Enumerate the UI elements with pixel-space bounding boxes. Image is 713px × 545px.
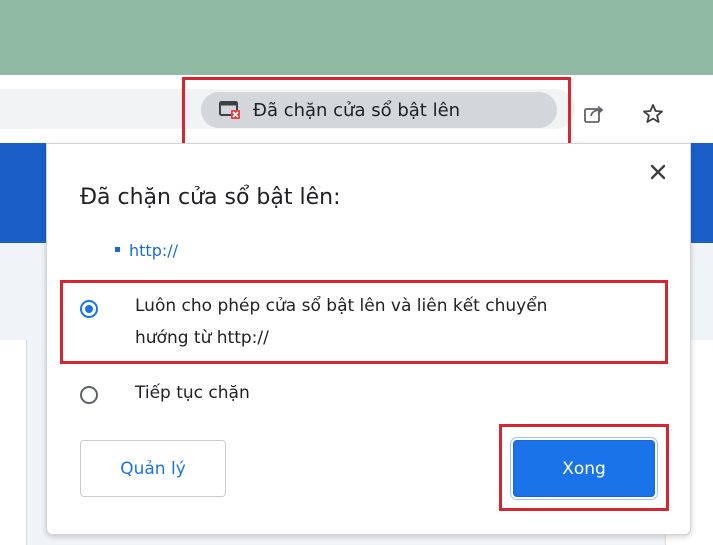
share-icon[interactable]	[582, 102, 606, 126]
option-always-allow-line2: hướng từ http://	[135, 328, 269, 348]
popup-blocked-chip-label: Đã chặn cửa sổ bật lên	[253, 99, 461, 121]
radio-always-allow[interactable]	[80, 300, 98, 318]
bookmark-star-icon[interactable]	[641, 102, 665, 126]
blocked-url-link[interactable]: http://	[115, 241, 178, 260]
popup-blocked-chip[interactable]: Đã chặn cửa sổ bật lên	[201, 92, 557, 128]
bullet-icon	[115, 247, 120, 252]
blocked-url-text: http://	[129, 241, 179, 260]
manage-button[interactable]: Quản lý	[80, 440, 226, 497]
popup-blocked-icon	[219, 101, 240, 119]
page-card-left	[0, 340, 27, 545]
radio-keep-blocking[interactable]	[80, 386, 98, 404]
done-button[interactable]: Xong	[513, 440, 655, 497]
option-keep-blocking: Tiếp tục chặn	[135, 383, 250, 403]
browser-top-strip	[0, 0, 713, 75]
option-always-allow-line1: Luôn cho phép cửa sổ bật lên và liên kết…	[135, 296, 548, 316]
close-icon[interactable]	[647, 161, 669, 183]
dialog-title: Đã chặn cửa sổ bật lên:	[80, 185, 341, 210]
